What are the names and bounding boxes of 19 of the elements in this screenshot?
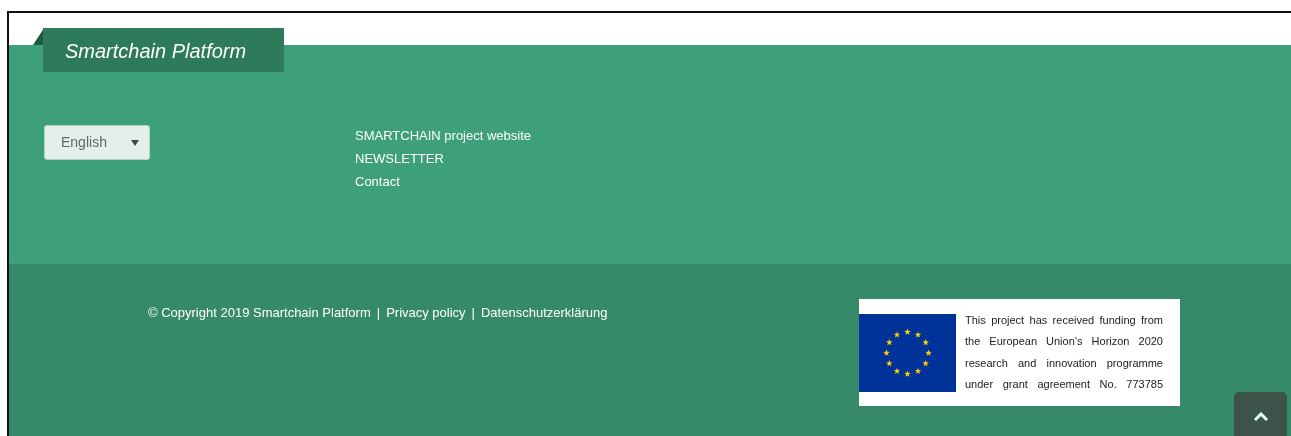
footer-link[interactable]: Privacy policy <box>386 303 466 323</box>
scroll-to-top-button[interactable] <box>1234 392 1287 436</box>
caret-icon <box>131 139 139 146</box>
funding-text-line: This project has received funding from <box>965 312 1163 328</box>
chevron-up-icon <box>1252 412 1269 422</box>
language-select[interactable]: English <box>44 125 150 160</box>
footer-link[interactable]: SMARTCHAIN project website <box>355 126 532 145</box>
footer-link[interactable]: Datenschutzerklärung <box>481 303 608 323</box>
footer-link[interactable]: NEWSLETTER <box>355 149 532 168</box>
copyright-text: © Copyright 2019 Smartchain Platform <box>148 304 371 322</box>
selected-language: English <box>61 133 107 152</box>
separator: | <box>376 304 381 322</box>
separator: | <box>471 304 475 322</box>
eu-flag-icon <box>859 313 956 392</box>
funding-text-line: under grant agreement No. 773785 <box>965 377 1163 392</box>
funding-text-line: the European Union’s Horizon 2020 <box>965 334 1163 349</box>
footer-link[interactable]: Contact <box>355 172 532 191</box>
funding-text-line: research and innovation programme <box>965 355 1163 371</box>
site-title[interactable]: Smartchain Platform <box>43 28 284 72</box>
